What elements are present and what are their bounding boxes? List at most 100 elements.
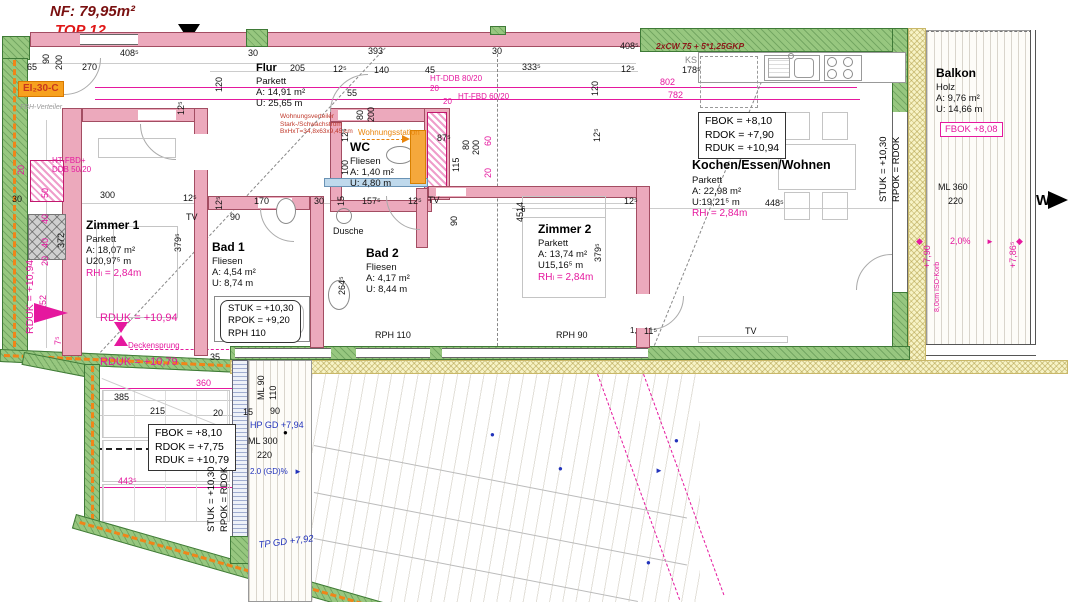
dim-annotation: 12⁵ (624, 196, 638, 207)
slope-label: 2,0% (950, 236, 971, 247)
level-box-balkon: FBOK +8,08 (940, 122, 1003, 137)
pipe-spec: HT-DDB 80/20 (430, 74, 482, 83)
pipe-spec: HT-FBD 60/20 (458, 92, 509, 101)
dim-annotation: 6 (521, 205, 525, 214)
dim-annotation: 110 (268, 386, 279, 400)
roof-high-point: HP GD +7,94 (250, 420, 304, 431)
dim-annotation: 90 (449, 216, 460, 226)
burner-icon (827, 57, 837, 67)
wall-pier (490, 26, 506, 35)
compass-arrow-icon (1048, 191, 1068, 209)
room-label-bad1: Bad 1 (212, 240, 245, 254)
dim: 408⁵ (120, 48, 139, 59)
deckensprung-label: Deckensprung (128, 341, 180, 350)
dim-annotation: 20 (483, 168, 494, 178)
wall-spec: 2xCW 75 + 5*1,25GKP (656, 41, 744, 51)
dim-annotation: ● (283, 428, 288, 437)
dim-annotation: 379⁵ (173, 233, 184, 252)
fire-door-label: EI₂30-C (18, 81, 64, 97)
level-box-wohnen: FBOK = +8,10 RDOK = +7,90 RDUK = +10,94 (698, 112, 786, 159)
fbh-verteiler-label: FBH-Verteiler (20, 104, 62, 112)
wall-segment (2, 36, 30, 60)
dim-annotation: 379⁵ (593, 243, 604, 262)
dim-annotation: 270 (82, 62, 97, 73)
chair-outline (822, 192, 848, 220)
wardrobe-outline (98, 138, 176, 158)
existing-structure-strip (908, 28, 926, 374)
toilet-icon (276, 198, 296, 224)
dim-annotation: ► (294, 467, 302, 476)
dim-annotation: 200 (54, 55, 65, 70)
tv-outlet: TV (745, 326, 757, 337)
room-label-wc: WC (350, 140, 370, 154)
room-height: RHₗ = 2,84m (692, 208, 747, 220)
dim-annotation: 40 (40, 238, 51, 248)
dim-annotation: 80 (355, 110, 366, 120)
dim-annotation: 90 (270, 406, 280, 417)
room-label-flur: Flur (256, 62, 277, 75)
dim-annotation: 35 (210, 352, 220, 363)
level-note-lobe: STUK = +10,30 RPOK = RDOK (206, 467, 232, 532)
dim-annotation: 20 (16, 165, 27, 175)
dim-annotation: 393 (368, 46, 383, 57)
iso-korb-note: 8,0cm ISO-Korb (934, 262, 942, 312)
chair-outline (784, 192, 810, 220)
dim-annotation: 220 (257, 450, 272, 461)
dim-annotation: 300 (100, 190, 115, 201)
room-info-bad2: Fliesen A: 4,17 m² U: 8,44 m (366, 262, 410, 296)
dim-annotation: 12⁵ (214, 196, 225, 210)
room-info-flur: Parkett A: 14,91 m² U: 25,65 m (256, 76, 305, 110)
deckensprung-marker-icon (114, 335, 128, 346)
dim-annotation: 448⁵ (765, 198, 784, 209)
dim-annotation: RPH 110 (375, 330, 411, 341)
fridge-dashed-outline (700, 56, 758, 108)
level-note: RDUK = +10,94 (24, 260, 36, 334)
dim-annotation: 12⁵ (183, 193, 197, 204)
dim-annotation: ML 90 (256, 375, 267, 400)
dim-annotation: 157⁵ (362, 196, 381, 207)
dim-annotation: 60 (483, 136, 494, 146)
room-height: RHₗ = 2,84m (538, 272, 593, 284)
dim-annotation: ● (674, 436, 679, 445)
dim-annotation: 372 (56, 233, 67, 248)
dim-annotation: 12⁵ (408, 196, 422, 207)
wall-right (892, 292, 908, 352)
dim-annotation: 220 (948, 196, 963, 207)
level-note-wohnen: STUK = +10,30 RPOK = RDOK (878, 137, 904, 202)
room-info-kochen: Parkett A: 22,98 m² U:19,21⁵ m (692, 175, 741, 209)
insulation-dash (91, 366, 94, 520)
dim-annotation: 12⁵ (592, 128, 603, 142)
door-opening (636, 294, 650, 328)
burner-icon (827, 69, 837, 79)
dim-annotation: 333⁵ (522, 62, 541, 73)
dim-annotation: 55 (347, 88, 357, 99)
existing-structure-band (230, 360, 1068, 374)
dim-annotation: 20 (40, 256, 51, 266)
dim-annotation: 20 (213, 408, 223, 419)
sink-bowl (794, 58, 814, 78)
room-info-zimmer1: Parkett A: 18,07 m² U20,97⁵ m (86, 234, 135, 268)
room-label-balkon: Balkon (936, 66, 976, 80)
dim-annotation: 50 (40, 188, 51, 198)
wall-pier (246, 29, 268, 47)
dim-annotation: 802 (660, 77, 675, 88)
dim-line (26, 63, 636, 64)
dim-annotation: 65 (27, 62, 37, 73)
dim-annotation: 7⁵ (53, 336, 64, 345)
balcony-railing-bottom (926, 344, 1036, 356)
level-box-bad1: STUK = +10,30 RPOK = +9,20 RPH 110 (220, 300, 301, 343)
wall-bad1-bad2 (310, 196, 324, 348)
dim-annotation: 170 (254, 196, 269, 207)
pipe-spec: HT-FBD+ DDB 50/20 (52, 156, 91, 175)
dim-annotation: 385 (114, 392, 129, 403)
wohnungsstation-box (410, 130, 426, 184)
dim-annotation: 40 (40, 214, 51, 224)
bed-pillow-outline (522, 196, 606, 218)
tv-outlet: TV (428, 195, 440, 206)
balcony-top-dashed (926, 31, 1032, 32)
dim-annotation: 30 (12, 194, 22, 205)
window (356, 348, 430, 358)
room-label-bad2: Bad 2 (366, 246, 399, 260)
dim-annotation: 11⁵ (644, 326, 657, 337)
dim-annotation: 15 (243, 407, 253, 418)
